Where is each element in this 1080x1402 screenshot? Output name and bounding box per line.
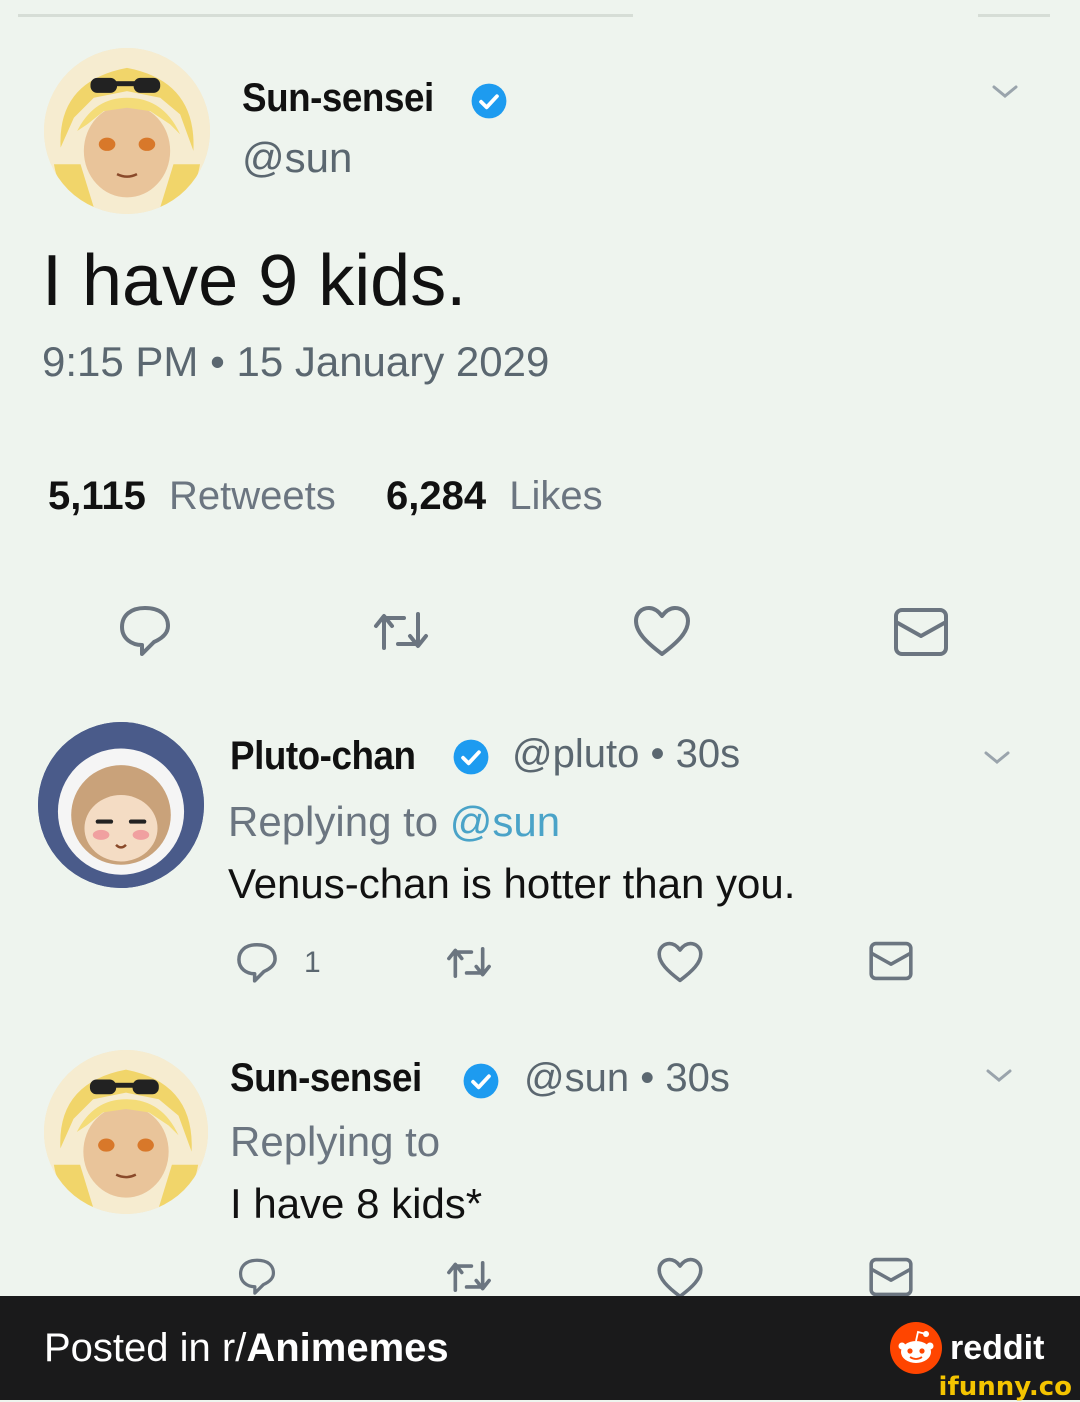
reply1-share-button[interactable] [868, 940, 914, 982]
likes-count: 6,284 [386, 474, 487, 518]
chevron-down-icon[interactable] [988, 82, 1022, 102]
reddit-logo-icon [890, 1322, 942, 1374]
reply2-replying-to: Replying to [230, 1118, 441, 1165]
reply1-replying-to: Replying to @sun [228, 798, 560, 846]
reply1-handle-time[interactable]: @pluto • 30s [512, 732, 740, 777]
reply2-reply-button[interactable] [234, 1256, 280, 1296]
reddit-footer-bar: Posted in r/Animemes reddit ifunny.co [0, 1296, 1080, 1402]
retweets-label: Retweets [169, 474, 336, 518]
speech-bubble-icon [237, 942, 277, 983]
likes-label: Likes [509, 474, 603, 518]
posted-in-label[interactable]: Posted in r/Animemes [44, 1326, 449, 1371]
verified-badge-icon [471, 83, 507, 119]
replying-to-label: Replying to [228, 798, 450, 845]
heart-icon [634, 606, 690, 656]
reply-button[interactable] [116, 602, 174, 658]
top-divider-left [18, 14, 633, 17]
retweet-icon [447, 947, 491, 978]
reply2-share-button[interactable] [868, 1256, 914, 1298]
reply2-like-button[interactable] [656, 1256, 704, 1300]
heart-icon [657, 941, 703, 983]
share-button[interactable] [892, 606, 950, 658]
envelope-icon [869, 1257, 913, 1297]
chevron-down-icon[interactable] [982, 1066, 1016, 1086]
author-name[interactable]: Sun-sensei [242, 76, 434, 121]
ifunny-watermark: ifunny.co [938, 1372, 1072, 1402]
verified-badge-icon [453, 739, 489, 775]
heart-icon [657, 1257, 703, 1299]
envelope-icon [894, 608, 948, 656]
reply1-reply-button[interactable] [234, 940, 280, 984]
author-handle[interactable]: @sun [242, 134, 352, 182]
tweet-text: I have 9 kids. [42, 241, 467, 321]
retweets-count: 5,115 [48, 474, 146, 518]
top-divider-right [978, 14, 1050, 17]
retweet-stats[interactable]: 5,115 Retweets [48, 474, 336, 519]
like-stats[interactable]: 6,284 Likes [386, 474, 603, 519]
retweet-icon [447, 1261, 491, 1292]
posted-in-prefix: Posted in r/ [44, 1326, 247, 1370]
envelope-icon [869, 941, 913, 981]
avatar-sun-sensei[interactable] [44, 48, 210, 214]
reply1-retweet-button[interactable] [444, 944, 494, 981]
reply2-handle-time[interactable]: @sun • 30s [524, 1056, 730, 1101]
avatar-pluto-chan[interactable] [38, 722, 204, 888]
reddit-brand[interactable]: reddit [890, 1322, 1044, 1374]
tweet-timestamp[interactable]: 9:15 PM • 15 January 2029 [42, 338, 549, 386]
reply2-text: I have 8 kids* [230, 1180, 483, 1227]
avatar-sun-sensei-reply[interactable] [44, 1050, 208, 1214]
reddit-wordmark: reddit [950, 1328, 1045, 1367]
reply1-text: Venus-chan is hotter than you. [228, 860, 796, 907]
retweet-icon [374, 612, 428, 650]
reply2-retweet-button[interactable] [444, 1258, 494, 1295]
reply1-author-name[interactable]: Pluto-chan [230, 734, 416, 779]
reply2-author-name[interactable]: Sun-sensei [230, 1056, 422, 1101]
reply1-reply-count: 1 [304, 946, 321, 979]
speech-bubble-icon [120, 606, 170, 656]
reply1-like-button[interactable] [656, 940, 704, 984]
verified-badge-icon [463, 1063, 499, 1099]
chevron-down-icon[interactable] [980, 748, 1014, 768]
retweet-button[interactable] [370, 608, 432, 654]
like-button[interactable] [632, 604, 692, 658]
mention-link[interactable]: @sun [450, 798, 560, 845]
subreddit-name[interactable]: Animemes [246, 1326, 448, 1370]
speech-bubble-icon [238, 1258, 276, 1295]
